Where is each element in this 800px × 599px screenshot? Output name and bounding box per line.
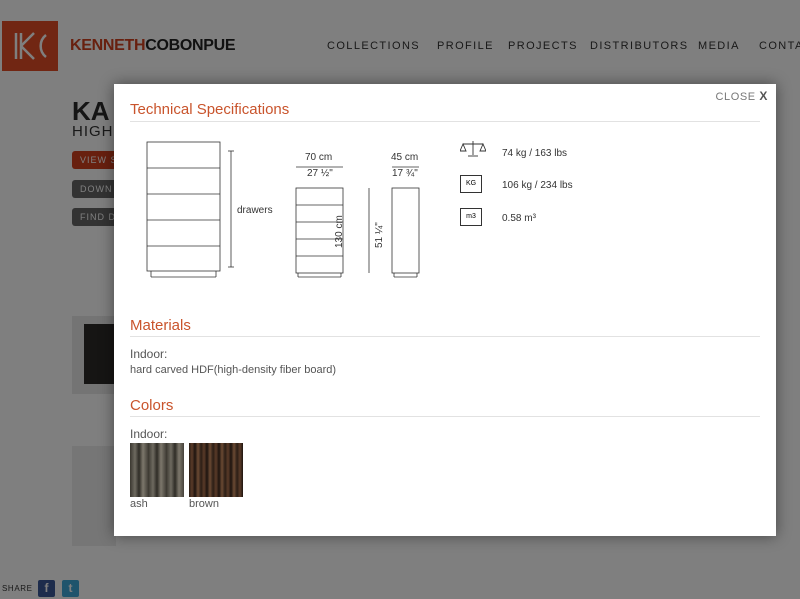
height-cm: 130 cm (334, 215, 345, 248)
depth-cm: 45 cm (391, 152, 419, 163)
colors-title: Colors (130, 397, 174, 414)
colors-indoor-label: Indoor: (130, 427, 168, 441)
net-weight: 74 kg / 163 lbs (502, 148, 568, 159)
materials-indoor-label: Indoor: (130, 347, 168, 361)
front-view-outline (146, 141, 221, 272)
gross-weight: 106 kg / 234 lbs (502, 180, 573, 191)
depth-in: 17 ¾" (392, 168, 418, 179)
tech-spec-modal: CLOSE X Technical Specifications drawers… (114, 84, 776, 536)
drawers-label: drawers (237, 205, 273, 216)
swatch-ash-label: ash (130, 498, 148, 510)
volume: 0.58 m³ (502, 213, 536, 224)
technical-drawing (146, 141, 420, 278)
swatch-brown[interactable] (189, 443, 243, 497)
materials-title: Materials (130, 317, 191, 334)
width-in: 27 ½" (307, 168, 333, 179)
swatch-ash[interactable] (130, 443, 184, 497)
divider (130, 336, 760, 337)
divider (130, 416, 760, 417)
height-in: 51 ¼" (374, 222, 385, 248)
width-cm: 70 cm (305, 152, 333, 163)
swatch-brown-label: brown (189, 498, 219, 510)
kg-icon: KG (460, 175, 482, 193)
volume-icon: m3 (460, 208, 482, 226)
scale-icon (460, 141, 486, 157)
materials-value: hard carved HDF(high-density fiber board… (130, 364, 337, 376)
side-view (391, 187, 420, 274)
